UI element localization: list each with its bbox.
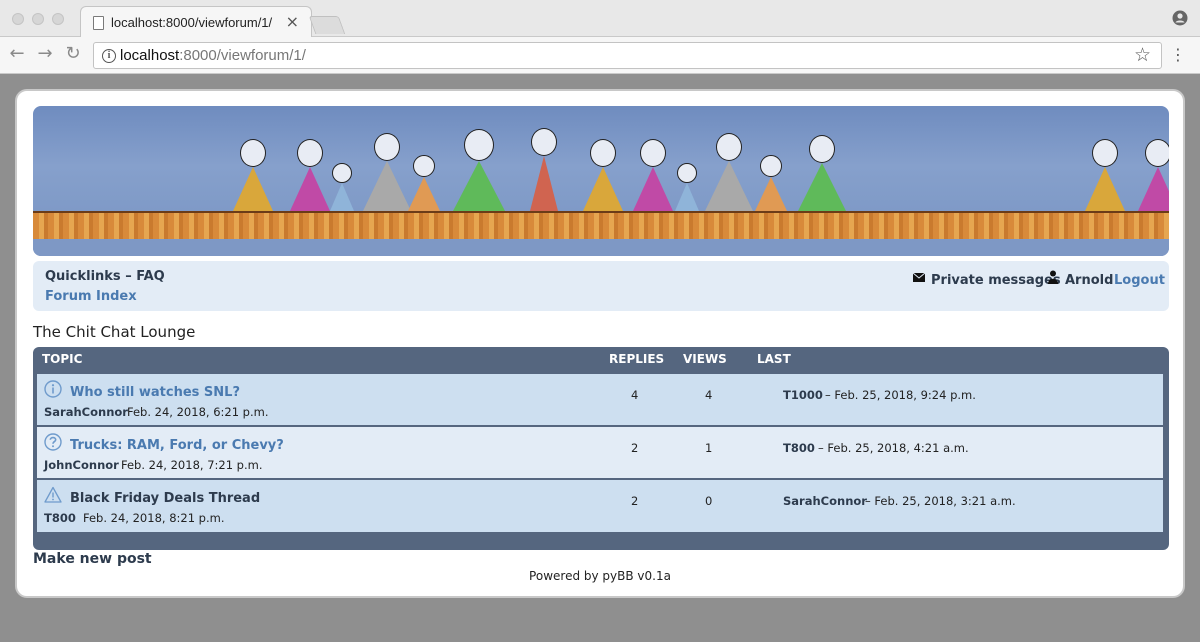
browser-tab[interactable]: localhost:8000/viewforum/1/ × [80, 6, 312, 38]
site-info-icon[interactable]: i [102, 49, 116, 63]
banner-figure [583, 139, 623, 211]
topic-author[interactable]: SarahConnor [44, 405, 128, 419]
back-icon[interactable]: ← [6, 43, 28, 64]
url-path: :8000/viewforum/1/ [179, 47, 306, 64]
forum-title: The Chit Chat Lounge [33, 323, 196, 341]
window-maximize-button[interactable] [52, 13, 64, 25]
browser-toolbar: ← → ↻ i localhost:8000/viewforum/1/ ☆ ⋮ [0, 37, 1200, 74]
column-header-last: LAST [757, 352, 791, 366]
banner-figure [705, 133, 753, 211]
tab-title: localhost:8000/viewforum/1/ [111, 15, 273, 30]
new-tab-button[interactable] [308, 16, 346, 34]
document-icon [93, 16, 104, 30]
info-icon [44, 380, 62, 398]
banner-figure [755, 155, 787, 211]
topic-views: 4 [705, 388, 713, 402]
last-post-date: – Feb. 25, 2018, 9:24 p.m. [825, 388, 976, 402]
forward-icon[interactable]: → [34, 43, 56, 64]
forum-navbar: Quicklinks – FAQ Forum Index Private mes… [33, 261, 1169, 311]
warning-icon [44, 486, 62, 503]
banner-figure [1085, 139, 1125, 211]
banner-figure [453, 129, 505, 211]
topic-views: 1 [705, 441, 713, 455]
banner-figure [330, 163, 354, 211]
window-minimize-button[interactable] [32, 13, 44, 25]
last-post-date: – Feb. 25, 2018, 3:21 a.m. [865, 494, 1016, 508]
column-header-topic: TOPIC [42, 352, 83, 366]
make-new-post-link[interactable]: Make new post [33, 551, 152, 567]
column-header-views: VIEWS [683, 352, 727, 366]
question-icon [44, 433, 62, 451]
topic-title-link[interactable]: Who still watches SNL? [70, 385, 240, 400]
forum-page: Quicklinks – FAQ Forum Index Private mes… [15, 89, 1185, 598]
banner-figure [798, 135, 846, 211]
profile-icon[interactable] [1172, 10, 1188, 26]
banner-figure [233, 139, 273, 211]
topic-date: Feb. 24, 2018, 6:21 p.m. [127, 405, 269, 419]
private-messages-link[interactable]: Private messages [931, 273, 1061, 288]
banner-figure [290, 139, 330, 211]
bookmark-star-icon[interactable]: ☆ [1134, 44, 1151, 66]
banner-figure [1138, 139, 1169, 211]
logout-link[interactable]: Logout [1114, 273, 1165, 288]
banner-ground [33, 211, 1169, 239]
last-post-user[interactable]: T1000 [783, 388, 823, 402]
banner-bottom-strip [33, 239, 1169, 256]
username-label: Arnold [1065, 273, 1114, 288]
url-host: localhost [120, 47, 180, 64]
column-header-replies: REPLIES [609, 352, 665, 366]
topic-title-link[interactable]: Black Friday Deals Thread [70, 491, 260, 506]
powered-by-footer: Powered by pyBB v0.1a [529, 569, 671, 583]
table-row: Who still watches SNL? SarahConnor Feb. … [37, 374, 1163, 426]
topic-replies: 2 [631, 494, 639, 508]
topic-author[interactable]: JohnConnor [44, 458, 119, 472]
topic-title-link[interactable]: Trucks: RAM, Ford, or Chevy? [70, 438, 284, 453]
last-post-user[interactable]: T800 [783, 441, 815, 455]
reload-icon[interactable]: ↻ [62, 43, 84, 64]
banner-figure [675, 163, 699, 211]
window-close-button[interactable] [12, 13, 24, 25]
table-row: Black Friday Deals Thread T800 Feb. 24, … [37, 480, 1163, 532]
last-post-user[interactable]: SarahConnor [783, 494, 867, 508]
topic-replies: 4 [631, 388, 639, 402]
browser-tab-strip: localhost:8000/viewforum/1/ × [0, 0, 1200, 38]
topic-date: Feb. 24, 2018, 7:21 p.m. [121, 458, 263, 472]
quicklinks-faq-link[interactable]: Quicklinks – FAQ [45, 269, 165, 284]
topics-table: TOPIC REPLIES VIEWS LAST Who still watch… [33, 347, 1169, 550]
table-row: Trucks: RAM, Ford, or Chevy? JohnConnor … [37, 427, 1163, 479]
envelope-icon [913, 273, 925, 282]
topic-author[interactable]: T800 [44, 511, 76, 525]
banner-figure [530, 128, 558, 211]
topic-replies: 2 [631, 441, 639, 455]
topic-date: Feb. 24, 2018, 8:21 p.m. [83, 511, 225, 525]
banner-figure [408, 155, 440, 211]
browser-menu-icon[interactable]: ⋮ [1170, 45, 1186, 64]
address-url: localhost:8000/viewforum/1/ [120, 47, 306, 64]
forum-banner-image [33, 106, 1169, 256]
user-icon [1048, 270, 1058, 284]
topic-views: 0 [705, 494, 713, 508]
banner-figure [633, 139, 673, 211]
tab-close-icon[interactable]: × [286, 12, 299, 31]
last-post-date: – Feb. 25, 2018, 4:21 a.m. [818, 441, 969, 455]
forum-index-link[interactable]: Forum Index [45, 289, 137, 304]
banner-figure [363, 133, 411, 211]
address-bar[interactable]: i localhost:8000/viewforum/1/ ☆ [93, 42, 1162, 69]
